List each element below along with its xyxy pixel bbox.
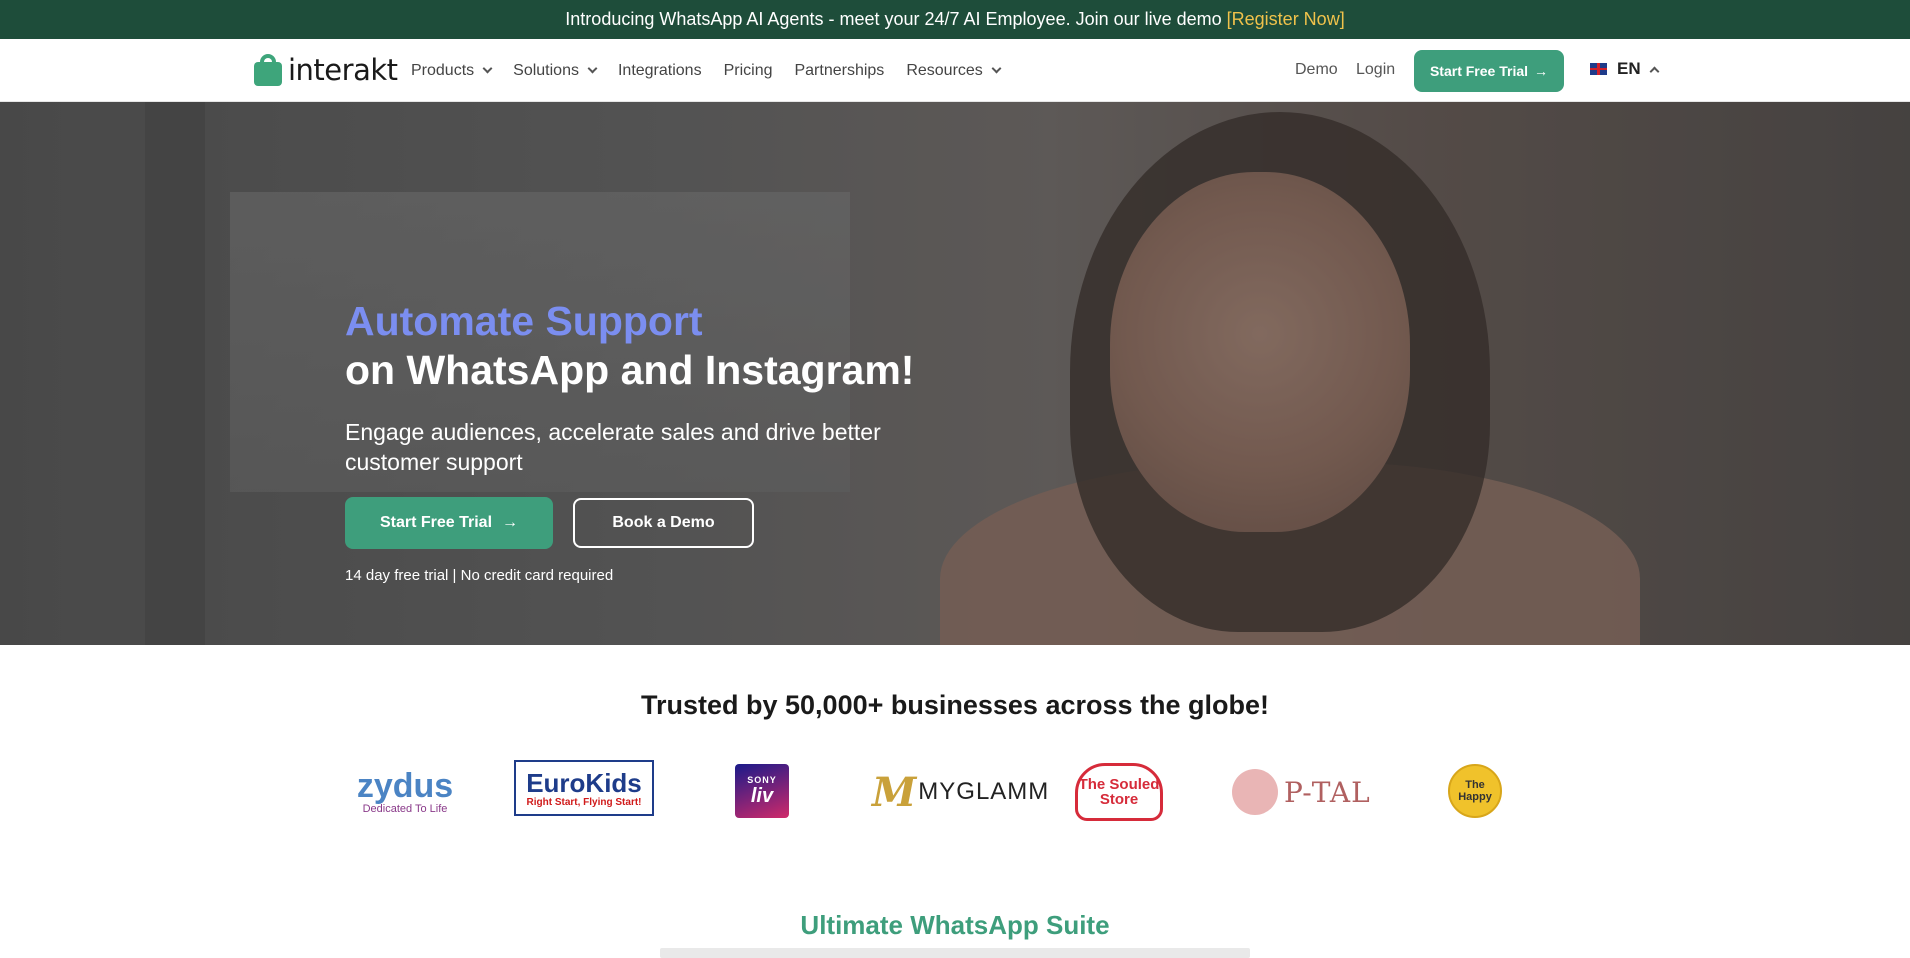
menu-solutions[interactable]: Solutions — [513, 61, 598, 80]
ptal-emblem — [1232, 769, 1278, 815]
hero-subtitle: Engage audiences, accelerate sales and d… — [345, 419, 881, 475]
menu-integrations[interactable]: Integrations — [618, 62, 702, 80]
liv-mark: liv — [750, 784, 774, 807]
trial-note: 14 day free trial | No credit card requi… — [345, 567, 614, 584]
menu-pricing-label: Pricing — [723, 61, 773, 79]
menu-partnerships-label: Partnerships — [794, 61, 885, 79]
announcement-bar: Introducing WhatsApp AI Agents - meet yo… — [0, 0, 1910, 39]
eurokids-logo: EuroKids Right Start, Flying Start! — [514, 760, 654, 816]
menu-partnerships[interactable]: Partnerships — [794, 62, 884, 80]
register-now-link[interactable]: [Register Now] — [1227, 9, 1345, 30]
menu-resources[interactable]: Resources — [906, 61, 1002, 80]
myglamm-name: MYGLAMM — [918, 778, 1050, 805]
chevron-up-icon — [1649, 66, 1660, 76]
uk-flag-icon — [1590, 63, 1607, 75]
logo-wordmark: interakt — [288, 53, 398, 87]
menu-products[interactable]: Products — [411, 61, 493, 80]
nav-start-free-trial-button[interactable]: Start Free Trial → — [1414, 50, 1564, 92]
hero-overlay — [0, 102, 1910, 645]
demo-link[interactable]: Demo — [1295, 61, 1338, 79]
souled-store-logo: The Souled Store — [1075, 763, 1163, 821]
chevron-down-icon — [482, 63, 493, 74]
zydus-logo: zydus Dedicated To Life — [352, 760, 458, 824]
book-a-demo-button[interactable]: Book a Demo — [573, 498, 754, 548]
myglamm-mark: M — [872, 768, 917, 816]
menu-products-label: Products — [411, 61, 475, 79]
eurokids-name: EuroKids — [526, 767, 642, 798]
login-link[interactable]: Login — [1356, 61, 1395, 79]
hero-section: Automate Support on WhatsApp and Instagr… — [0, 102, 1910, 645]
sonyliv-logo: SONY liv — [735, 764, 789, 818]
chevron-down-icon — [991, 63, 1002, 74]
menu-integrations-label: Integrations — [617, 61, 702, 79]
zydus-name: zydus — [356, 767, 454, 805]
arrow-right-icon: → — [1534, 63, 1549, 79]
zydus-tagline: Dedicated To Life — [362, 803, 448, 815]
sony-name: SONY — [747, 774, 777, 785]
shopping-bag-icon — [254, 54, 282, 86]
main-menu: Products Solutions Integrations Pricing … — [411, 39, 1022, 102]
announcement-text: Introducing WhatsApp AI Agents - meet yo… — [565, 9, 1222, 29]
souled-store-name: The Souled Store — [1078, 776, 1160, 808]
ptal-name: P-TAL — [1284, 775, 1371, 809]
eurokids-tagline: Right Start, Flying Start! — [526, 796, 642, 808]
hero-title-highlight: Automate Support — [345, 298, 703, 344]
menu-solutions-label: Solutions — [513, 61, 579, 79]
hero-content: Automate Support on WhatsApp and Instagr… — [345, 297, 945, 584]
customer-logos: zydus Dedicated To Life EuroKids Right S… — [0, 760, 1910, 824]
language-selector[interactable]: EN — [1590, 59, 1660, 79]
suite-subheading-cutoff — [660, 948, 1250, 958]
arrow-right-icon: → — [502, 514, 519, 531]
suite-heading: Ultimate WhatsApp Suite — [800, 910, 1110, 940]
interakt-logo[interactable]: interakt — [254, 53, 398, 87]
hero-trial-label: Start Free Trial — [379, 514, 493, 531]
language-label: EN — [1617, 59, 1641, 78]
hero-title: on WhatsApp and Instagram! — [345, 347, 915, 393]
menu-pricing[interactable]: Pricing — [724, 62, 773, 80]
nav-cta-label: Start Free Trial — [1429, 63, 1529, 79]
trusted-heading: Trusted by 50,000+ businesses across the… — [640, 690, 1269, 720]
top-navigation: interakt Products Solutions Integrations… — [0, 39, 1910, 102]
myglamm-logo: M MYGLAMM — [872, 760, 1049, 824]
hero-start-free-trial-button[interactable]: Start Free Trial → — [345, 497, 553, 549]
ptal-logo: P-TAL — [1232, 760, 1371, 824]
hero-cta-row: Start Free Trial → Book a Demo — [345, 497, 945, 549]
chevron-down-icon — [587, 63, 598, 74]
happy-name: The Happy — [1458, 779, 1492, 803]
menu-resources-label: Resources — [906, 61, 983, 79]
the-happy-logo: The Happy — [1448, 764, 1502, 818]
